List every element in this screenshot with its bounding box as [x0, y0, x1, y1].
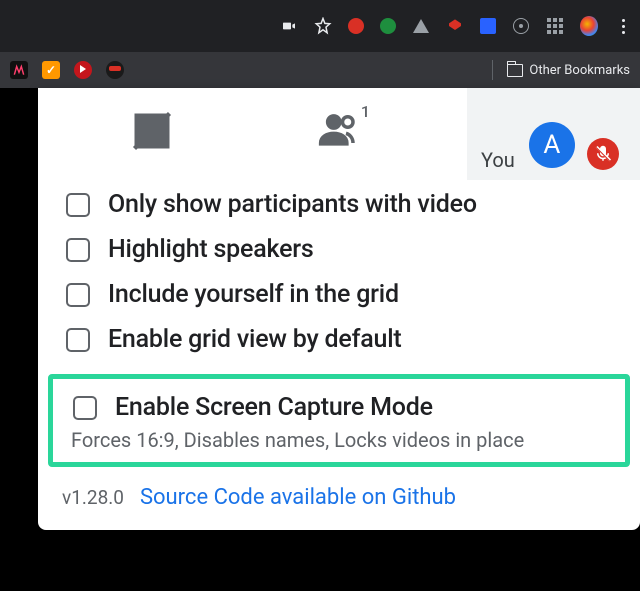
- option-label: Highlight speakers: [108, 235, 314, 264]
- bookmark-item-dark[interactable]: [106, 61, 124, 79]
- apps-grid-icon[interactable]: [546, 17, 564, 35]
- checkbox[interactable]: [73, 396, 97, 420]
- tab-people[interactable]: 1: [245, 88, 432, 174]
- grid-view-settings-panel: 1 You A Only show participants with vide…: [38, 88, 640, 530]
- option-label: Enable grid view by default: [108, 325, 402, 354]
- star-icon[interactable]: [314, 17, 332, 35]
- self-video-tile[interactable]: You A: [467, 88, 640, 180]
- highlighted-option-box: Enable Screen Capture Mode Forces 16:9, …: [48, 374, 630, 467]
- option-description: Forces 16:9, Disables names, Locks video…: [61, 426, 617, 454]
- other-bookmarks-label: Other Bookmarks: [529, 63, 630, 78]
- bookmarks-separator: [492, 60, 493, 80]
- extension-icon-green[interactable]: [380, 18, 396, 34]
- panel-footer: v1.28.0 Source Code available on Github: [38, 467, 640, 510]
- source-code-link[interactable]: Source Code available on Github: [140, 485, 456, 510]
- options-list: Only show participants with video Highli…: [38, 174, 640, 362]
- option-screen-capture-mode[interactable]: Enable Screen Capture Mode: [61, 389, 617, 426]
- extension-icon-red[interactable]: [348, 18, 364, 34]
- tab-grid-layout[interactable]: [58, 88, 245, 174]
- option-only-show-video[interactable]: Only show participants with video: [66, 182, 612, 227]
- checkbox[interactable]: [66, 193, 90, 217]
- bookmark-item-orange[interactable]: ✓: [42, 61, 60, 79]
- option-include-yourself[interactable]: Include yourself in the grid: [66, 272, 612, 317]
- checkbox[interactable]: [66, 238, 90, 262]
- bookmark-item-youtube[interactable]: [74, 61, 92, 79]
- option-label: Enable Screen Capture Mode: [115, 393, 433, 422]
- option-label: Only show participants with video: [108, 190, 477, 219]
- other-bookmarks-button[interactable]: Other Bookmarks: [507, 63, 630, 78]
- chrome-menu-icon[interactable]: [614, 17, 632, 35]
- extension-icon-superman[interactable]: [446, 17, 464, 35]
- checkbox[interactable]: [66, 283, 90, 307]
- option-label: Include yourself in the grid: [108, 280, 399, 309]
- extension-icon-bulb[interactable]: [512, 17, 530, 35]
- mic-muted-icon[interactable]: [587, 138, 619, 170]
- option-enable-default[interactable]: Enable grid view by default: [66, 317, 612, 362]
- extension-icons-row: [280, 17, 632, 35]
- bookmarks-bar: ✓ Other Bookmarks: [0, 52, 640, 88]
- profile-avatar-icon[interactable]: [580, 17, 598, 35]
- version-label: v1.28.0: [62, 486, 124, 509]
- people-count: 1: [361, 102, 370, 121]
- avatar: A: [529, 122, 575, 168]
- browser-toolbar: [0, 0, 640, 52]
- option-highlight-speakers[interactable]: Highlight speakers: [66, 227, 612, 272]
- you-label: You: [481, 148, 515, 172]
- drive-icon[interactable]: [412, 17, 430, 35]
- extension-icon-blue[interactable]: [480, 18, 496, 34]
- folder-icon: [507, 64, 523, 77]
- camera-icon[interactable]: [280, 17, 298, 35]
- bookmark-item-myntra[interactable]: [10, 61, 28, 79]
- checkbox[interactable]: [66, 328, 90, 352]
